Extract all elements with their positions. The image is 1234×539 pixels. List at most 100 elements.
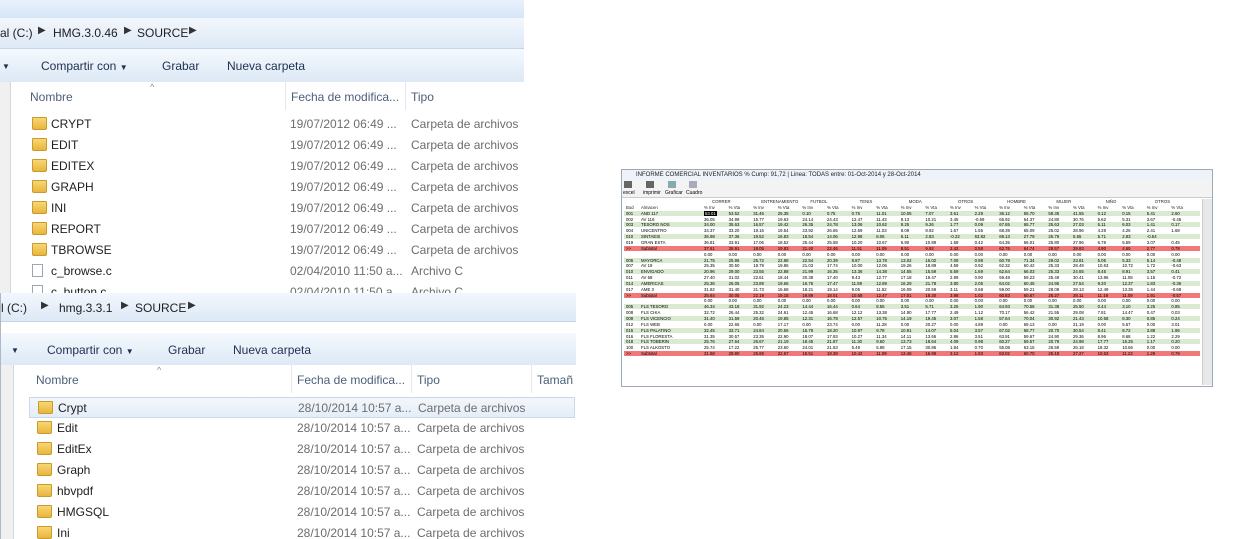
table-cell[interactable]: 0.00 xyxy=(753,322,761,327)
table-cell[interactable]: 8.45 xyxy=(1098,269,1106,274)
list-item[interactable]: EDITEX 19/07/2012 06:49 ... Carpeta de arc… xyxy=(22,156,522,177)
table-cell[interactable]: 16.79 xyxy=(827,316,838,321)
breadcrumb-folder[interactable]: HMG.3.0.46 xyxy=(53,26,118,40)
table-cell[interactable]: 7.81 xyxy=(1098,310,1106,315)
table-cell[interactable]: 5.33 xyxy=(1122,258,1130,263)
table-cell[interactable]: 64.02 xyxy=(999,281,1010,286)
table-cell[interactable]: 0.78 xyxy=(1171,246,1179,251)
table-cell[interactable]: 22.90 xyxy=(778,334,789,339)
table-cell[interactable]: 1.91 xyxy=(1147,293,1155,298)
table-cell[interactable]: 24.43 xyxy=(827,217,838,222)
table-cell[interactable]: 15.79 xyxy=(802,328,813,333)
table-cell[interactable]: 1.15 xyxy=(1147,275,1155,280)
table-cell[interactable]: 70.17 xyxy=(999,310,1010,315)
table-cell[interactable]: 25.74 xyxy=(704,345,715,350)
table-row[interactable]: 019 GRAN ESTA 36.81 33.91 17.06 18.52 25.44 25.… xyxy=(624,239,1200,246)
table-cell[interactable]: 10.63 xyxy=(1098,263,1109,268)
table-cell[interactable]: 5.11 xyxy=(1098,222,1106,227)
table-cell[interactable]: 29.83 xyxy=(1073,246,1084,251)
breadcrumb-current[interactable]: SOURCE xyxy=(137,26,188,40)
table-cell[interactable]: 21.75 xyxy=(704,258,715,263)
table-cell[interactable]: 2.83 xyxy=(925,234,933,239)
table-cell[interactable]: >> xyxy=(626,351,631,356)
table-cell[interactable]: 24.84 xyxy=(753,328,764,333)
table-cell[interactable]: 10.89 xyxy=(925,240,936,245)
table-cell[interactable]: 4.26 xyxy=(1122,228,1130,233)
table-cell[interactable]: 1.68 xyxy=(1171,228,1179,233)
table-cell[interactable]: 25.49 xyxy=(1048,275,1059,280)
table-cell[interactable]: 17.18 xyxy=(901,275,912,280)
table-cell[interactable]: 0.12 xyxy=(1098,211,1106,216)
column-date[interactable]: Fecha de modifica... xyxy=(297,373,405,387)
table-cell[interactable]: 17.15 xyxy=(901,345,912,350)
table-cell[interactable]: 014 xyxy=(626,281,633,286)
table-cell[interactable]: -0.45 xyxy=(1171,217,1181,222)
table-cell[interactable]: 11.23 xyxy=(1122,351,1132,356)
table-cell[interactable]: 002 xyxy=(626,217,633,222)
table-row[interactable]: 0.00 0.00 0.00 0.00 0.00 0.00 0.00 0.00 0.00 0.00… xyxy=(624,298,1200,304)
table-row[interactable]: 010 SINTAESI 36.98 37.36 19.52 16.83 18.54 14.0… xyxy=(624,234,1200,240)
table-cell[interactable]: 35.63 xyxy=(729,222,740,227)
table-cell[interactable]: 0.00 xyxy=(901,298,909,303)
table-cell[interactable]: FLS TESORO xyxy=(641,304,668,309)
table-cell[interactable]: Subtotal xyxy=(641,351,657,356)
table-cell[interactable]: 19.45 xyxy=(925,316,936,321)
summary-button[interactable]: Cuadro xyxy=(686,190,702,196)
address-bar[interactable]: l (C:) ▶ hmg.3.3.1 ▶ SOURCE ▶ xyxy=(1,293,576,322)
table-cell[interactable]: 3.12 xyxy=(950,351,958,356)
table-cell[interactable]: 16.68 xyxy=(827,310,838,315)
table-cell[interactable]: 25.36 xyxy=(704,281,715,286)
table-cell[interactable]: 27.03 xyxy=(1073,222,1084,227)
table-cell[interactable]: 18.89 xyxy=(925,263,936,268)
table-cell[interactable]: >> xyxy=(626,293,631,298)
table-row[interactable]: 010 ENVIGADO 20.96 29.00 23.55 22.88 21.99 16.3… xyxy=(624,269,1200,275)
table-cell[interactable]: 62.32 xyxy=(999,263,1010,268)
new-folder-button[interactable]: Nueva carpeta xyxy=(227,59,305,73)
table-cell[interactable]: 0.75 xyxy=(827,211,835,216)
table-cell[interactable]: 22.88 xyxy=(778,269,789,274)
table-row[interactable]: 003 TESORO NOS 34.00 35.63 16.57 19.42 26.35 24… xyxy=(624,222,1200,228)
table-cell[interactable]: 4.28 xyxy=(1098,228,1106,233)
column-divider[interactable] xyxy=(531,365,532,393)
table-cell[interactable]: 0.79 xyxy=(1171,351,1179,356)
table-cell[interactable]: 26.59 xyxy=(1048,345,1059,350)
table-cell[interactable]: 0.00 xyxy=(901,252,909,257)
table-cell[interactable]: 007 xyxy=(626,263,633,268)
table-cell[interactable]: 31.92 xyxy=(753,304,764,309)
excel-icon[interactable] xyxy=(624,181,632,188)
burn-button[interactable]: Grabar xyxy=(168,343,205,357)
table-cell[interactable]: 0.00 xyxy=(1147,298,1155,303)
table-cell[interactable]: 29.90 xyxy=(729,351,740,356)
table-cell[interactable]: 0.98 xyxy=(975,258,983,263)
column-date[interactable]: Fecha de modifica... xyxy=(291,90,399,104)
table-cell[interactable]: 0.00 xyxy=(1048,298,1056,303)
table-cell[interactable]: 29.00 xyxy=(729,269,740,274)
table-cell[interactable]: 0.68 xyxy=(975,287,983,292)
column-header[interactable]: % Vta xyxy=(827,205,838,210)
table-cell[interactable]: 28.49 xyxy=(1073,263,1084,268)
table-cell[interactable]: 18.20 xyxy=(827,328,838,333)
table-cell[interactable]: 3.11 xyxy=(950,287,958,292)
column-header[interactable]: Almacen xyxy=(641,205,658,210)
table-cell[interactable]: 69.13 xyxy=(1024,322,1035,327)
table-cell[interactable]: 10.20 xyxy=(852,240,863,245)
table-cell[interactable]: 3.01 xyxy=(1171,322,1179,327)
table-cell[interactable]: 60.70 xyxy=(1024,351,1035,356)
table-cell[interactable]: 008 xyxy=(626,310,633,315)
table-cell[interactable]: 0.00 xyxy=(999,252,1007,257)
table-cell[interactable]: 13.38 xyxy=(876,310,887,315)
table-cell[interactable]: 14.06 xyxy=(827,234,838,239)
table-cell[interactable]: 25.76 xyxy=(704,339,715,344)
table-cell[interactable]: 0.24 xyxy=(1171,316,1179,321)
table-row[interactable]: 016 FLS FLORESTA 31.35 30.57 23.35 22.90 18.07… xyxy=(624,333,1200,339)
table-cell[interactable]: 0.00 xyxy=(1147,345,1155,350)
table-cell[interactable]: 0.00 xyxy=(802,252,810,257)
table-cell[interactable]: 26.67 xyxy=(753,339,764,344)
table-cell[interactable]: 11.08 xyxy=(1122,275,1132,280)
table-cell[interactable]: 55.08 xyxy=(999,345,1010,350)
table-cell[interactable]: 24.78 xyxy=(827,222,838,227)
table-cell[interactable]: 14.07 xyxy=(925,328,936,333)
table-cell[interactable]: 17.47 xyxy=(827,281,838,286)
table-cell[interactable]: 63.82 xyxy=(975,234,986,239)
table-cell[interactable]: 41.55 xyxy=(1073,211,1084,216)
